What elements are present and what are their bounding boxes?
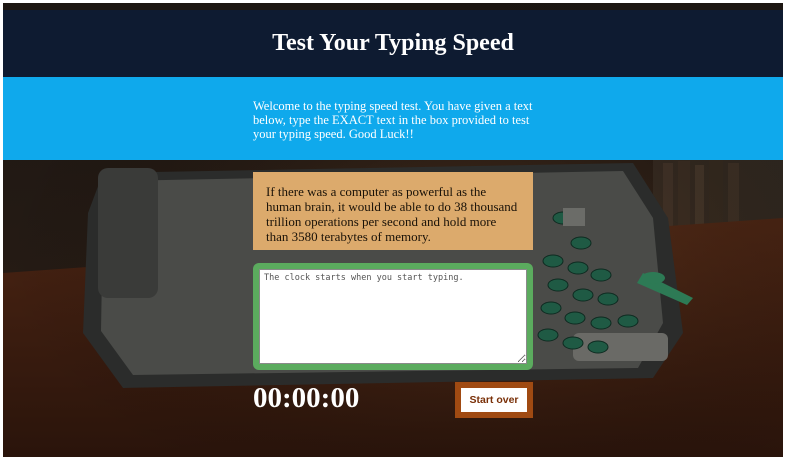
origin-text: If there was a computer as powerful as t… [266,184,518,244]
test-area-wrapper [253,263,533,370]
page-title: Test Your Typing Speed [272,30,514,56]
origin-text-box: If there was a computer as powerful as t… [253,172,533,250]
start-over-button[interactable]: Start over [461,388,527,412]
intro-banner: Welcome to the typing speed test. You ha… [3,77,783,160]
page-header: Test Your Typing Speed [3,10,783,77]
reset-button-wrapper: Start over [455,382,533,418]
timer-display: 00:00:00 [253,382,360,414]
typing-test-input[interactable] [259,269,527,364]
page-frame: Test Your Typing Speed Welcome to the ty… [3,3,783,457]
intro-text: Welcome to the typing speed test. You ha… [253,99,533,141]
